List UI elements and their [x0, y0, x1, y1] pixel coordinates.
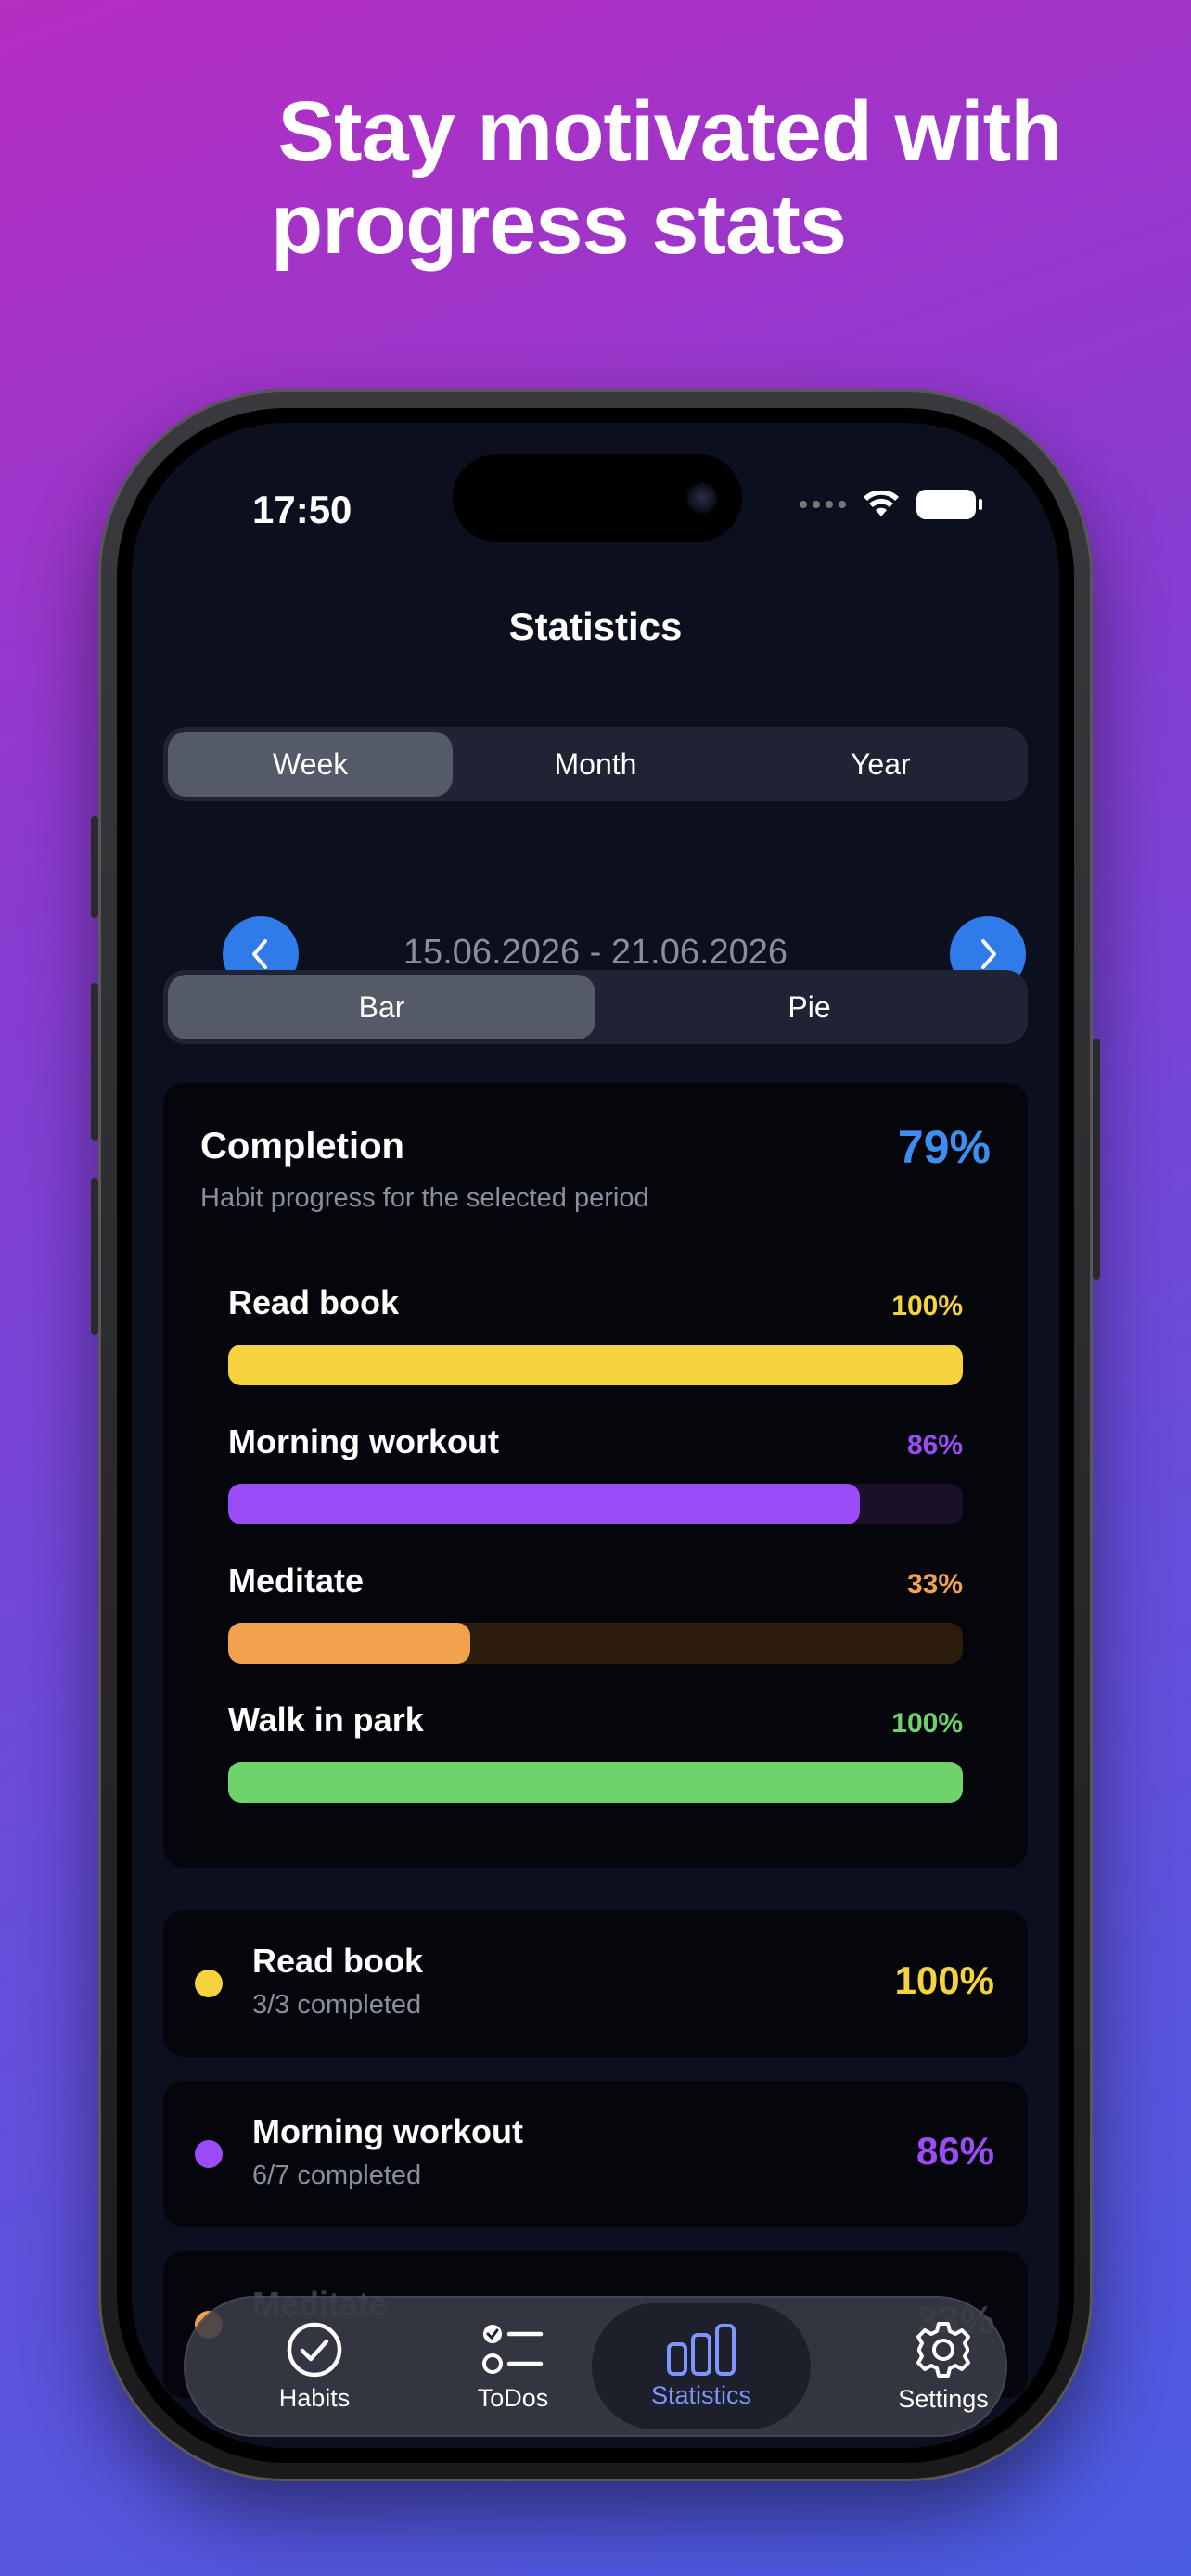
promo-headline: Stay motivated with progress stats — [0, 85, 1191, 271]
page-title: Statistics — [508, 605, 683, 648]
volume-down-button — [91, 1178, 98, 1335]
tab-pie-chart[interactable]: Pie — [596, 975, 1023, 1039]
habit-completed-count: 3/3 completed — [252, 1990, 422, 2020]
habit-bar-track — [228, 1484, 963, 1524]
habit-bar-track — [228, 1345, 963, 1385]
tab-statistics-label: Statistics — [650, 2380, 752, 2409]
habit-color-dot — [195, 1970, 223, 1997]
battery-icon — [916, 490, 982, 519]
habit-color-dot — [195, 2140, 223, 2168]
completion-subtitle: Habit progress for the selected period — [200, 1183, 649, 1213]
headline-line-1: Stay motivated with — [277, 84, 1063, 179]
tab-settings[interactable]: Settings — [846, 2296, 1041, 2437]
camera-icon — [686, 482, 718, 514]
habit-bar-value: 86% — [906, 1430, 963, 1460]
habit-bar-label: Morning workout — [228, 1422, 499, 1460]
checklist-icon — [482, 2324, 544, 2374]
dynamic-island — [453, 454, 742, 542]
habit-list-item[interactable]: Morning workout 6/7 completed 86% — [163, 2081, 1028, 2227]
tab-month[interactable]: Month — [453, 732, 737, 797]
tab-habits[interactable]: Habits — [217, 2296, 412, 2437]
tab-bar: Habits ToDos Statistics Settings — [184, 2296, 1007, 2437]
habit-bar-value: 100% — [891, 1291, 963, 1321]
volume-up-button — [91, 983, 98, 1141]
habit-name: Read book — [252, 1942, 424, 1980]
wifi-icon — [864, 491, 899, 516]
habit-bar-row: Meditate 33% — [228, 1562, 963, 1664]
completion-title: Completion — [200, 1126, 404, 1167]
habit-list-item[interactable]: Read book 3/3 completed 100% — [163, 1910, 1028, 2057]
habit-bar-row: Read book 100% — [228, 1283, 963, 1385]
signal-icon — [800, 501, 846, 508]
headline-line-2: progress stats — [270, 177, 847, 272]
chevron-right-icon — [981, 939, 996, 969]
status-indicators — [800, 490, 982, 519]
tab-week[interactable]: Week — [168, 732, 454, 797]
habit-bar-row: Walk in park 100% — [228, 1701, 963, 1803]
tab-year[interactable]: Year — [738, 732, 1023, 797]
habit-bar-label: Read book — [228, 1283, 400, 1321]
check-circle-icon — [287, 2322, 342, 2377]
tab-todos[interactable]: ToDos — [416, 2296, 610, 2437]
habit-bar-label: Meditate — [228, 1562, 365, 1600]
tab-settings-label: Settings — [898, 2384, 989, 2413]
tab-bar-chart[interactable]: Bar — [168, 975, 596, 1039]
completion-card: Completion Habit progress for the select… — [163, 1083, 1028, 1868]
habit-bar-value: 33% — [906, 1569, 963, 1600]
completion-percent: 79% — [897, 1121, 991, 1173]
app-screen: 17:50 Statistics Week Month Year 15.06.2… — [132, 423, 1059, 2448]
habit-bar-fill — [228, 1345, 963, 1385]
habit-bar-label: Walk in park — [228, 1701, 424, 1739]
status-time: 17:50 — [252, 488, 352, 531]
habit-bar-fill — [228, 1623, 471, 1664]
date-range: 15.06.2026 - 21.06.2026 — [403, 933, 788, 972]
habit-bar-fill — [228, 1762, 963, 1803]
habit-bar-track — [228, 1623, 963, 1664]
phone-frame: 17:50 Statistics Week Month Year 15.06.2… — [91, 389, 1100, 2481]
chart-type-segmented-control: Bar Pie — [163, 970, 1028, 1044]
tab-statistics[interactable]: Statistics — [592, 2303, 811, 2429]
habit-percent: 100% — [894, 1958, 994, 2002]
gear-icon — [916, 2321, 970, 2378]
habit-bar-value: 100% — [891, 1708, 963, 1739]
period-segmented-control: Week Month Year — [163, 727, 1028, 801]
habit-completed-count: 6/7 completed — [252, 2161, 422, 2190]
habit-bar-row: Morning workout 86% — [228, 1422, 963, 1524]
action-button — [91, 816, 98, 918]
habit-percent: 86% — [916, 2129, 994, 2173]
tab-habits-label: Habits — [278, 2383, 351, 2412]
tab-todos-label: ToDos — [477, 2383, 549, 2412]
power-button — [1093, 1039, 1100, 1280]
bar-chart-icon — [667, 2323, 736, 2376]
habit-bar-fill — [228, 1484, 861, 1524]
habit-name: Morning workout — [252, 2112, 523, 2150]
habit-bar-track — [228, 1762, 963, 1803]
